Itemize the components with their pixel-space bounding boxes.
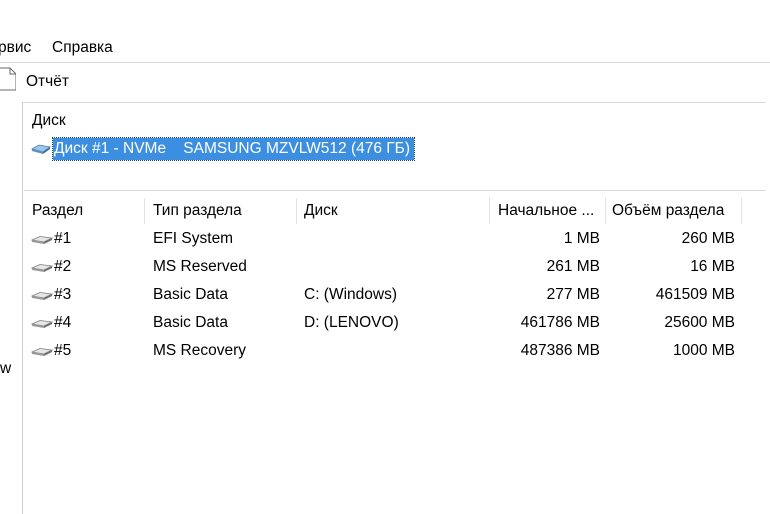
partition-start: 461786 MB <box>520 314 600 331</box>
menu-service[interactable]: рвис <box>0 39 31 57</box>
table-header: Раздел Тип раздела Диск Начальное ... Об… <box>24 198 770 224</box>
selected-disk-label[interactable]: Диск #1 - NVMe SAMSUNG MZVLW512 (476 ГБ) <box>51 137 416 161</box>
partition-type: EFI System <box>153 230 234 247</box>
partition-type: Basic Data <box>153 286 228 303</box>
partition-drive-icon <box>31 264 53 272</box>
partition-type: Basic Data <box>153 314 228 331</box>
section-divider <box>24 190 770 191</box>
partition-drive-icon <box>31 320 53 328</box>
partition-type: MS Recovery <box>153 342 247 359</box>
partition-size: 260 MB <box>681 230 735 247</box>
partition-number: #5 <box>54 342 72 359</box>
column-header-disk[interactable]: Диск <box>304 202 338 220</box>
partition-number: #1 <box>54 230 72 247</box>
toolbar-divider <box>0 102 770 103</box>
partition-number: #4 <box>54 314 72 331</box>
column-divider[interactable] <box>741 198 742 224</box>
partition-disk: C: (Windows) <box>304 286 398 303</box>
partition-size: 461509 MB <box>655 286 735 303</box>
drive-icon <box>31 144 51 154</box>
partition-type: MS Reserved <box>153 258 247 275</box>
partition-start: 277 MB <box>546 286 600 303</box>
toolbar <box>0 62 770 102</box>
column-header-size[interactable]: Объём раздела <box>612 202 724 220</box>
right-edge <box>766 102 770 514</box>
partition-start: 487386 MB <box>520 342 600 359</box>
partition-drive-icon <box>31 236 53 244</box>
menu-help[interactable]: Справка <box>52 39 113 57</box>
table-row[interactable]: #5 MS Recovery 487386 MB 1000 MB <box>24 338 770 366</box>
column-divider[interactable] <box>144 198 145 224</box>
partition-start: 1 MB <box>563 230 600 247</box>
disk-section-label: Диск <box>32 112 66 129</box>
column-header-start[interactable]: Начальное ... <box>498 202 594 220</box>
column-divider[interactable] <box>296 198 297 224</box>
left-panel <box>0 102 23 514</box>
table-row[interactable]: #2 MS Reserved 261 MB 16 MB <box>24 254 770 282</box>
partition-number: #3 <box>54 286 72 303</box>
partition-number: #2 <box>54 258 72 275</box>
partition-disk: D: (LENOVO) <box>304 314 399 331</box>
partition-size: 16 MB <box>690 258 735 275</box>
table-row[interactable]: #1 EFI System 1 MB 260 MB <box>24 226 770 254</box>
left-panel-text: w <box>0 360 12 377</box>
document-icon[interactable] <box>0 66 16 92</box>
column-header-partition[interactable]: Раздел <box>32 202 83 220</box>
menu-bar: рвис Справка <box>0 36 770 62</box>
partition-size: 25600 MB <box>664 314 735 331</box>
partition-start: 261 MB <box>546 258 600 275</box>
table-row[interactable]: #4 Basic Data D: (LENOVO) 461786 MB 25600 MB <box>24 310 770 338</box>
report-button[interactable]: Отчёт <box>26 73 69 91</box>
column-divider[interactable] <box>605 198 606 224</box>
partition-drive-icon <box>31 292 53 300</box>
column-divider[interactable] <box>489 198 490 224</box>
partition-size: 1000 MB <box>672 342 735 359</box>
column-header-type[interactable]: Тип раздела <box>153 202 242 220</box>
table-row[interactable]: #3 Basic Data C: (Windows) 277 MB 461509 MB <box>24 282 770 310</box>
partition-drive-icon <box>31 348 53 356</box>
